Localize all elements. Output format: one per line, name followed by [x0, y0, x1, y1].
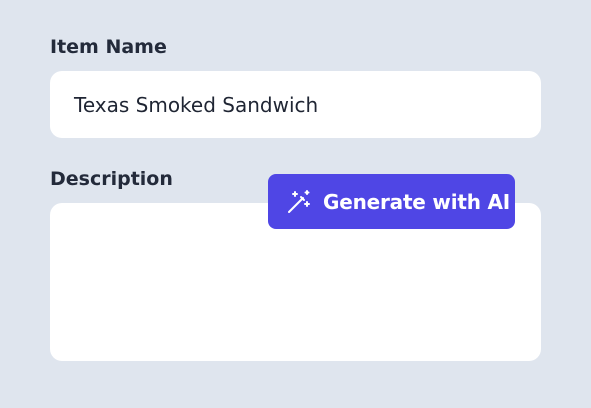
- generate-with-ai-button[interactable]: Generate with AI: [268, 174, 515, 229]
- description-label: Description: [50, 168, 173, 190]
- item-name-input[interactable]: Texas Smoked Sandwich: [50, 71, 541, 138]
- item-name-value: Texas Smoked Sandwich: [74, 92, 319, 117]
- item-name-label: Item Name: [50, 36, 167, 58]
- generate-with-ai-label: Generate with AI: [323, 189, 511, 214]
- magic-wand-icon: [286, 189, 312, 215]
